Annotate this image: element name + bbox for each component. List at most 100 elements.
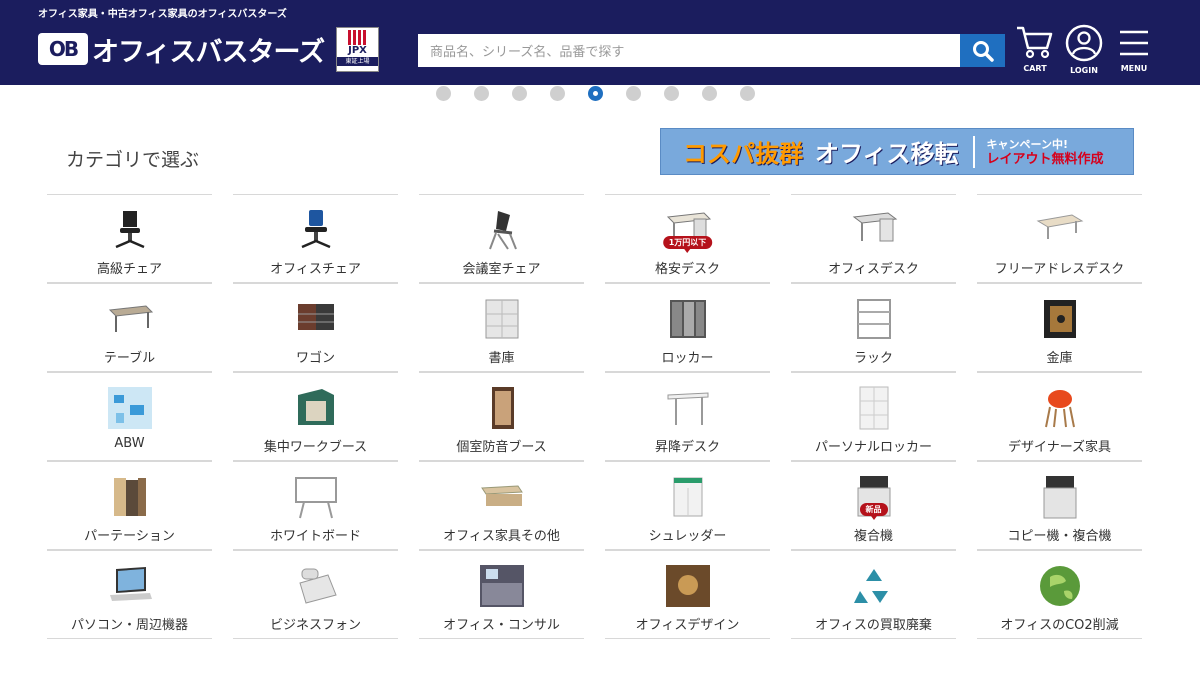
- carousel-dot[interactable]: [588, 86, 603, 101]
- logo-text: オフィスバスターズ: [92, 36, 325, 68]
- category-grid: 高級チェアオフィスチェア 会議室チェア 1万円以下 格安デスクオフィスデスク フリーアド…: [47, 194, 1142, 639]
- menu-label: MENU: [1120, 64, 1148, 73]
- category-item[interactable]: 会議室チェア: [419, 194, 584, 283]
- carousel-dot[interactable]: [550, 86, 565, 101]
- category-item[interactable]: 1万円以下 格安デスク: [605, 194, 770, 283]
- category-item[interactable]: ABW: [47, 372, 212, 461]
- category-item[interactable]: 個室防音ブース: [419, 372, 584, 461]
- category-item[interactable]: オフィスのCO2削減: [977, 550, 1142, 639]
- personal-locker-icon: [850, 385, 898, 431]
- category-item[interactable]: パソコン・周辺機器: [47, 550, 212, 639]
- category-item[interactable]: オフィスデスク: [791, 194, 956, 283]
- designer-chair-icon: [1036, 385, 1084, 431]
- category-label: 昇降デスク: [654, 440, 720, 455]
- category-item[interactable]: デザイナーズ家具: [977, 372, 1142, 461]
- category-item[interactable]: 集中ワークブース: [233, 372, 398, 461]
- category-item[interactable]: ロッカー: [605, 283, 770, 372]
- cart-icon: [1017, 26, 1053, 59]
- category-item[interactable]: オフィスチェア: [233, 194, 398, 283]
- category-item[interactable]: ラック: [791, 283, 956, 372]
- bookcase-icon: [478, 296, 526, 342]
- whiteboard-icon: [292, 474, 340, 520]
- category-label: 複合機: [853, 529, 893, 544]
- jpx-label: JPX: [348, 45, 367, 56]
- jpx-badge: JPX 東証上場: [336, 27, 379, 72]
- copier-icon: [1036, 474, 1084, 520]
- carousel-dot[interactable]: [664, 86, 679, 101]
- banner-sub-2: レイアウト無料作成: [986, 151, 1104, 167]
- category-label: オフィスの買取廃棄: [815, 618, 932, 633]
- category-label: ホワイトボード: [269, 529, 361, 544]
- category-item[interactable]: 高級チェア: [47, 194, 212, 283]
- menu-button[interactable]: MENU: [1109, 24, 1159, 80]
- category-item[interactable]: ワゴン: [233, 283, 398, 372]
- category-badge: 1万円以下: [662, 236, 713, 253]
- category-item[interactable]: オフィス・コンサル: [419, 550, 584, 639]
- category-item[interactable]: 昇降デスク: [605, 372, 770, 461]
- carousel-dot[interactable]: [436, 86, 451, 101]
- category-label: オフィスチェア: [270, 262, 361, 277]
- category-item[interactable]: シュレッダー: [605, 461, 770, 550]
- co2-globe-icon: [1036, 563, 1084, 609]
- other-furniture-icon: [478, 474, 526, 520]
- category-label: ワゴン: [295, 351, 335, 366]
- consulting-icon: [478, 563, 526, 609]
- promo-banner[interactable]: コスパ抜群 オフィス移転 キャンペーン中! レイアウト無料作成: [660, 128, 1134, 175]
- category-label: 会議室チェア: [462, 262, 541, 277]
- site-header: オフィス家具・中古オフィス家具のオフィスバスターズ OB オフィスバスターズ J…: [0, 0, 1200, 85]
- category-label: パーテーション: [84, 529, 175, 544]
- search-icon: [972, 40, 994, 62]
- category-item[interactable]: オフィスの買取廃棄: [791, 550, 956, 639]
- locker-icon: [664, 296, 712, 342]
- table-icon: [106, 296, 154, 342]
- jpx-sub-label: 東証上場: [337, 57, 378, 66]
- site-logo[interactable]: OB オフィスバスターズ: [38, 32, 325, 68]
- carousel-dot[interactable]: [512, 86, 527, 101]
- carousel-dot[interactable]: [626, 86, 641, 101]
- category-label: 書庫: [488, 351, 515, 366]
- standing-desk-icon: [664, 385, 712, 431]
- category-item[interactable]: フリーアドレスデスク: [977, 194, 1142, 283]
- category-item[interactable]: 書庫: [419, 283, 584, 372]
- category-item[interactable]: テーブル: [47, 283, 212, 372]
- carousel-dot[interactable]: [740, 86, 755, 101]
- meeting-chair-icon: [478, 207, 526, 253]
- wagon-icon: [292, 296, 340, 342]
- partition-icon: [106, 474, 154, 520]
- category-item[interactable]: オフィス家具その他: [419, 461, 584, 550]
- category-item[interactable]: パーテーション: [47, 461, 212, 550]
- category-item[interactable]: 金庫: [977, 283, 1142, 372]
- login-button[interactable]: LOGIN: [1059, 24, 1109, 80]
- office-design-icon: [664, 563, 712, 609]
- rack-icon: [850, 296, 898, 342]
- category-item[interactable]: ホワイトボード: [233, 461, 398, 550]
- category-item[interactable]: 新品 複合機: [791, 461, 956, 550]
- category-label: ロッカー: [661, 351, 714, 366]
- executive-chair-icon: [106, 207, 154, 253]
- carousel-dot[interactable]: [474, 86, 489, 101]
- carousel-dot[interactable]: [702, 86, 717, 101]
- category-label: ビジネスフォン: [269, 618, 361, 633]
- category-label: オフィスデザイン: [635, 618, 740, 633]
- carousel-pagination: [436, 86, 755, 101]
- category-label: オフィスデスク: [828, 262, 919, 277]
- search-input[interactable]: 商品名、シリーズ名、品番で探す: [418, 34, 960, 67]
- login-label: LOGIN: [1070, 66, 1098, 75]
- banner-main-2: オフィス移転: [815, 140, 959, 168]
- category-badge: 新品: [859, 503, 888, 520]
- office-desk-icon: [850, 207, 898, 253]
- category-label: コピー機・複合機: [1007, 529, 1112, 544]
- search-button[interactable]: [960, 34, 1005, 67]
- shredder-icon: [664, 474, 712, 520]
- category-label: オフィス・コンサル: [443, 618, 560, 633]
- category-item[interactable]: オフィスデザイン: [605, 550, 770, 639]
- cart-button[interactable]: CART: [1010, 24, 1060, 80]
- category-label: 金庫: [1046, 351, 1073, 366]
- category-item[interactable]: コピー機・複合機: [977, 461, 1142, 550]
- business-phone-icon: [292, 563, 340, 609]
- category-item[interactable]: ビジネスフォン: [233, 550, 398, 639]
- banner-headline: コスパ抜群 オフィス移転: [683, 134, 959, 169]
- site-tagline: オフィス家具・中古オフィス家具のオフィスバスターズ: [38, 9, 287, 20]
- cart-label: CART: [1023, 64, 1047, 73]
- category-item[interactable]: パーソナルロッカー: [791, 372, 956, 461]
